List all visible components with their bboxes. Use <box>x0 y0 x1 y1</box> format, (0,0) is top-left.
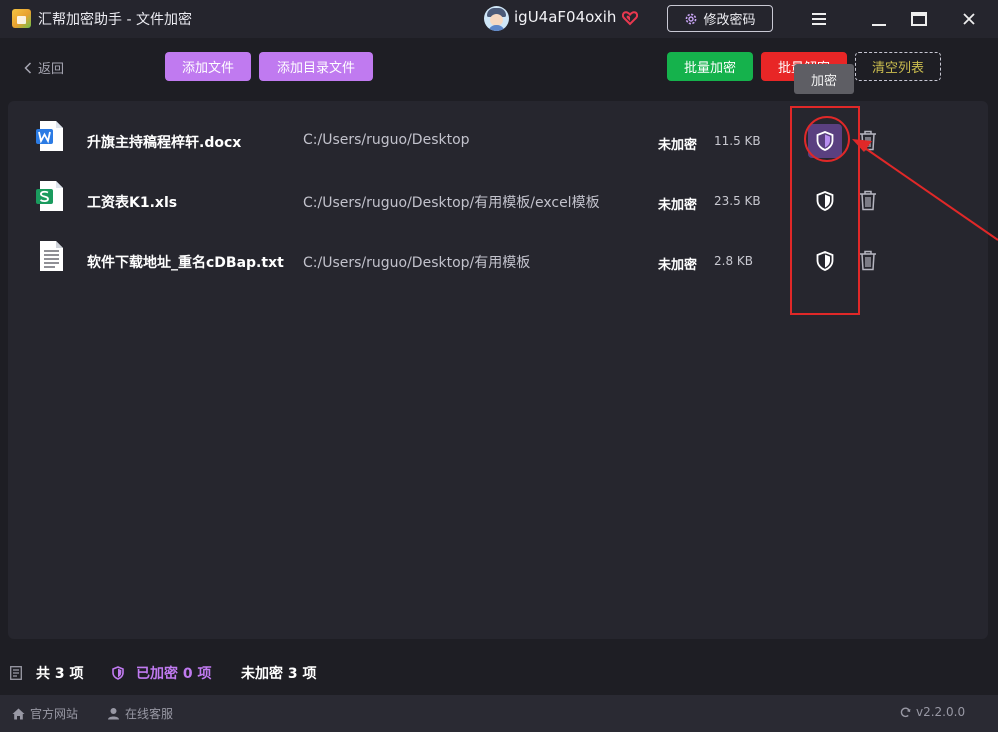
file-size: 23.5 KB <box>714 194 761 208</box>
refresh-icon <box>900 707 911 717</box>
gear-icon <box>686 13 697 24</box>
file-status: 未加密 <box>658 138 698 153</box>
maximize-button[interactable] <box>902 4 936 34</box>
encrypt-tooltip: 加密 <box>794 64 854 94</box>
official-website-label: 官方网站 <box>30 707 79 721</box>
trash-icon[interactable] <box>858 129 878 151</box>
trash-icon[interactable] <box>858 189 878 211</box>
encrypted-count: 已加密 0 项 <box>112 663 212 683</box>
file-path: C:/Users/ruguo/Desktop/有用模板 <box>303 255 531 271</box>
shield-icon <box>112 666 124 680</box>
online-service-link[interactable]: 在线客服 <box>107 705 173 722</box>
hamburger-menu-icon <box>812 13 826 25</box>
word-file-icon <box>36 121 63 151</box>
file-name: 软件下载地址_重名cDBap.txt <box>87 255 284 271</box>
add-directory-file-button[interactable]: 添加目录文件 <box>259 52 373 81</box>
unencrypted-count: 未加密 3 项 <box>241 666 317 682</box>
batch-encrypt-button[interactable]: 批量加密 <box>667 52 753 81</box>
change-password-button[interactable]: 修改密码 <box>667 5 773 32</box>
file-size: 11.5 KB <box>714 134 761 148</box>
official-website-link[interactable]: 官方网站 <box>12 705 78 722</box>
change-password-label: 修改密码 <box>703 13 756 28</box>
title-bar: 汇帮加密助手 - 文件加密 igU4aF04oxih 修改密码 <box>0 0 998 38</box>
file-name: 升旗主持稿程梓轩.docx <box>87 135 242 151</box>
minimize-button[interactable] <box>862 4 896 34</box>
excel-file-icon <box>36 181 63 211</box>
close-icon <box>963 13 975 25</box>
clear-list-button[interactable]: 清空列表 <box>855 52 941 81</box>
user-avatar[interactable] <box>484 6 509 31</box>
file-path: C:/Users/ruguo/Desktop/有用模板/excel模板 <box>303 195 600 211</box>
online-service-label: 在线客服 <box>125 707 174 721</box>
file-path: C:/Users/ruguo/Desktop <box>303 132 470 148</box>
summary-bar: 共 3 项 已加密 0 项 未加密 3 项 <box>0 650 998 692</box>
footer: 官方网站 在线客服 v2.2.0.0 <box>0 695 998 732</box>
version-info: v2.2.0.0 <box>900 705 965 719</box>
encrypted-count-label: 已加密 0 项 <box>136 666 212 682</box>
back-link[interactable]: 返回 <box>24 58 64 77</box>
user-name: igU4aF04oxih <box>514 8 617 26</box>
trash-icon[interactable] <box>858 249 878 271</box>
total-count-label: 共 3 项 <box>36 666 84 682</box>
customer-service-icon <box>108 708 119 720</box>
list-icon <box>10 666 22 680</box>
annotation-highlight-circle <box>804 116 850 162</box>
file-size: 2.8 KB <box>714 254 753 268</box>
text-file-icon <box>40 241 63 271</box>
home-icon <box>12 708 25 719</box>
minimize-icon <box>872 24 886 26</box>
file-status: 未加密 <box>658 258 698 273</box>
heart-shield-icon <box>622 11 638 26</box>
maximize-icon <box>911 12 927 26</box>
version-label: v2.2.0.0 <box>916 705 966 719</box>
chevron-left-icon <box>24 61 32 74</box>
file-status: 未加密 <box>658 198 698 213</box>
menu-button[interactable] <box>802 4 836 34</box>
app-logo-icon <box>12 9 31 28</box>
window-title: 汇帮加密助手 - 文件加密 <box>38 12 192 28</box>
file-name: 工资表K1.xls <box>87 195 178 211</box>
add-file-button[interactable]: 添加文件 <box>165 52 251 81</box>
back-label: 返回 <box>38 62 65 77</box>
close-button[interactable] <box>952 4 986 34</box>
total-count: 共 3 项 <box>10 663 84 683</box>
